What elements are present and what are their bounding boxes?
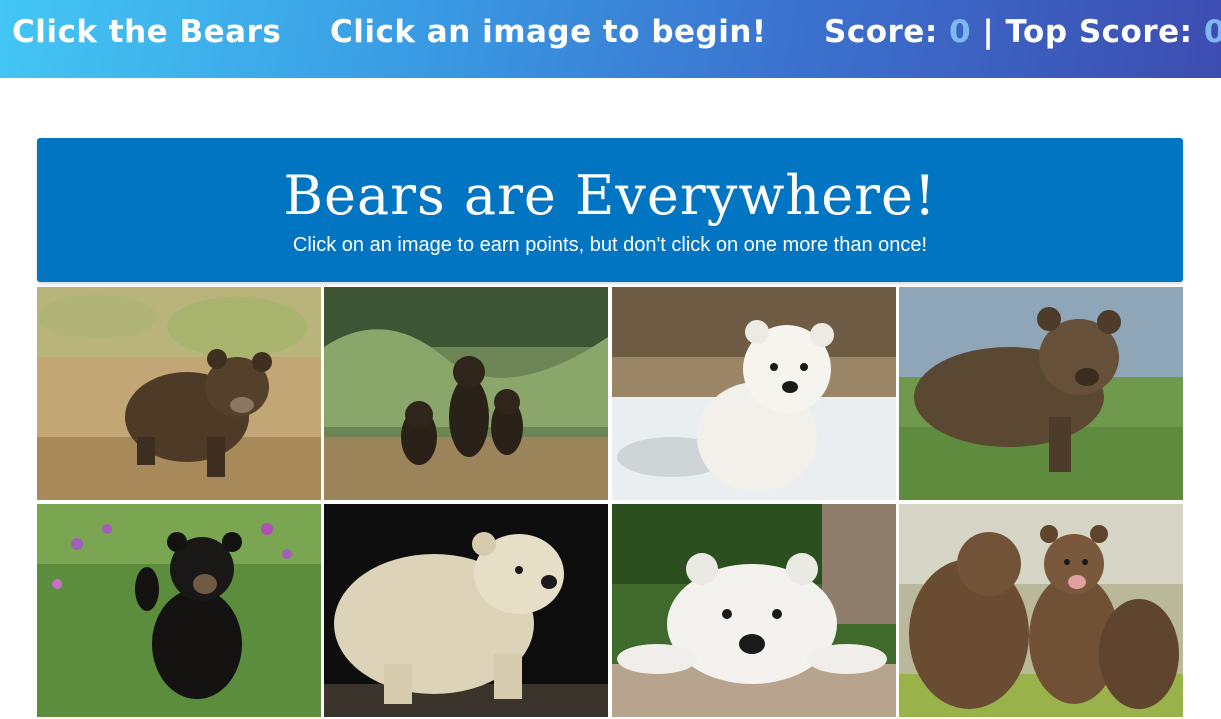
app-title[interactable]: Click the Bears <box>12 14 281 50</box>
polar-bear-cub-resting-on-rock-image <box>612 504 896 717</box>
top-score-label: Top Score: <box>1005 14 1204 50</box>
jumbotron-heading: Bears are Everywhere! <box>283 164 937 227</box>
score-label: Score: <box>824 14 950 50</box>
bear-card-7[interactable] <box>612 504 896 717</box>
jumbotron-subheading: Click on an image to earn points, but do… <box>292 234 928 256</box>
brown-bear-cub-in-meadow-image <box>899 287 1183 500</box>
bear-card-4[interactable] <box>899 287 1183 500</box>
bear-card-6[interactable] <box>324 504 608 717</box>
bear-card-5[interactable] <box>37 504 321 717</box>
top-score-value: 0 <box>1203 14 1221 50</box>
score-value: 0 <box>949 14 972 50</box>
navbar: Click the Bears Click an image to begin!… <box>0 0 1221 78</box>
jumbotron: Bears are Everywhere! Click on an image … <box>37 138 1183 282</box>
status-message: Click an image to begin! <box>330 14 767 50</box>
bear-card-8[interactable] <box>899 504 1183 717</box>
polar-bear-cub-walking-image <box>324 504 608 717</box>
score-separator: | <box>971 14 1006 50</box>
bear-card-2[interactable] <box>324 287 608 500</box>
polar-bear-cub-in-snow-image <box>612 287 896 500</box>
grizzly-cubs-playing-image <box>899 504 1183 717</box>
brown-bear-cub-on-dry-grass-image <box>37 287 321 500</box>
score-display: Score: 0 | Top Score: 0 <box>824 14 1221 50</box>
three-bear-cubs-in-grass-image <box>324 287 608 500</box>
black-bear-cub-waving-with-flowers-image <box>37 504 321 717</box>
bear-card-1[interactable] <box>37 287 321 500</box>
bear-card-3[interactable] <box>612 287 896 500</box>
